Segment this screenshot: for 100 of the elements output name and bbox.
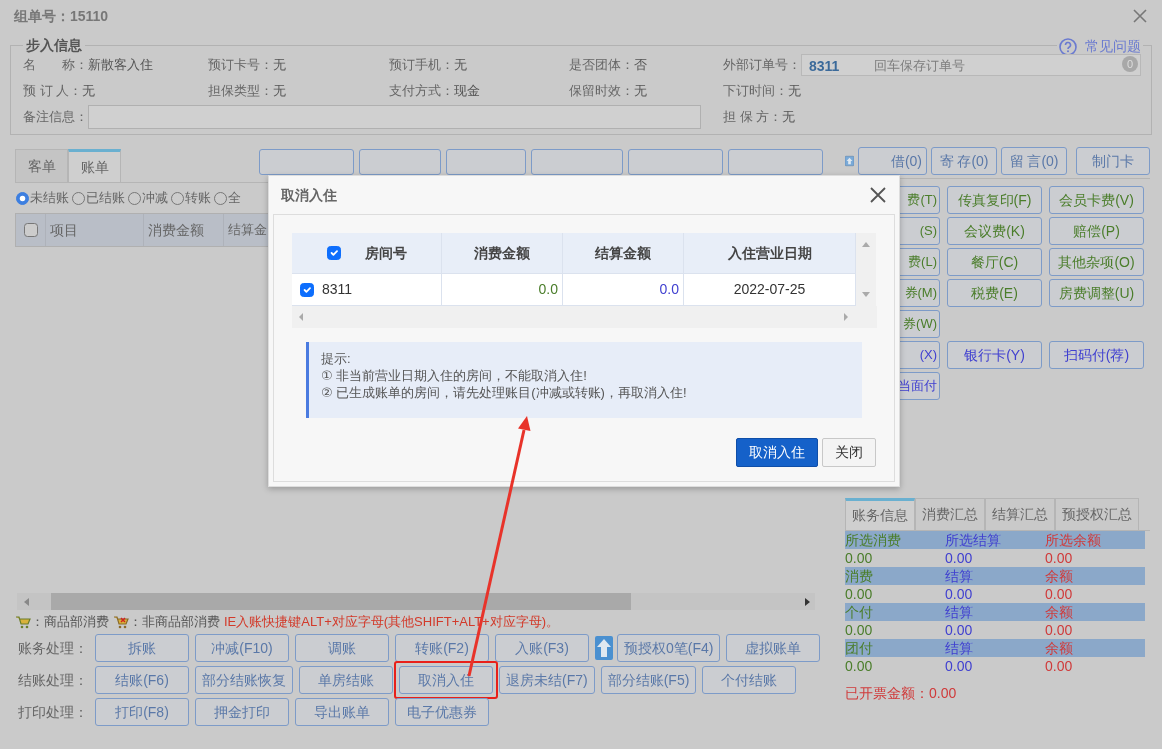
action-button[interactable]: 打印(F8) (95, 698, 189, 726)
scroll-right-icon[interactable] (803, 596, 811, 607)
tab[interactable]: 结算汇总 (985, 498, 1055, 530)
action-button[interactable]: 退房未结(F7) (499, 666, 595, 694)
summary-value: 0.00 (845, 585, 874, 603)
scroll-left-icon[interactable] (23, 596, 31, 607)
button[interactable] (359, 149, 441, 175)
charge-button[interactable]: 会议费(K) (947, 217, 1042, 245)
column-header: 入住营业日期 (727, 243, 812, 263)
field-value: 无 (273, 82, 286, 101)
summary-label: 结算 (945, 639, 974, 657)
action-button[interactable]: 部分结账恢复 (195, 666, 293, 694)
field-label: 担 保 方： (723, 108, 783, 127)
action-button[interactable]: 虚拟账单 (726, 634, 821, 662)
checkbox[interactable] (300, 282, 314, 297)
scrollbar[interactable] (856, 233, 876, 306)
charge-button[interactable]: 房费调整(U) (1049, 279, 1144, 307)
field-label: 预 订 人： (23, 82, 83, 101)
summary-value: 0.00 (845, 549, 874, 567)
charge-button[interactable]: 餐厅(C) (947, 248, 1042, 276)
scroll-left-icon[interactable] (298, 312, 304, 322)
action-button[interactable]: 个付结账 (702, 666, 797, 694)
invoiced-amount: 已开票金额：0.00 (845, 684, 958, 703)
radio-label: 全 (228, 189, 241, 208)
field-value: 无 (82, 82, 96, 101)
column-header: 消费金额 (474, 243, 530, 263)
column-header: 结算金 (228, 221, 267, 240)
close-button[interactable]: 关闭 (822, 438, 876, 467)
summary-value: 0.00 (945, 621, 974, 639)
tab[interactable]: 账单 (68, 149, 121, 182)
summary-label: 所选消费 (845, 531, 902, 549)
close-icon[interactable] (869, 186, 887, 204)
action-button[interactable]: 电子优惠券 (395, 698, 489, 726)
cart-cross-icon (113, 615, 129, 629)
table-cell-text: 0.0 (659, 280, 679, 299)
action-button[interactable]: 取消入住 (399, 666, 493, 694)
button[interactable] (446, 149, 526, 175)
field-value: 现金 (454, 82, 480, 101)
radio-button[interactable] (214, 191, 227, 205)
radio-button[interactable] (16, 191, 29, 205)
action-button[interactable]: 导出账单 (295, 698, 389, 726)
action-button[interactable]: 入账(F3) (495, 634, 589, 662)
button[interactable]: 留 言(0) (1001, 147, 1067, 175)
button[interactable]: 制门卡 (1076, 147, 1150, 175)
tab[interactable]: 消费汇总 (915, 498, 985, 530)
radio-button[interactable] (171, 191, 184, 205)
radio-button[interactable] (72, 191, 85, 205)
action-button[interactable]: 部分结账(F5) (600, 666, 697, 694)
button[interactable]: 寄 存(0) (931, 147, 997, 175)
charge-button[interactable]: 其他杂项(O) (1049, 248, 1144, 276)
action-button[interactable]: 押金打印 (195, 698, 289, 726)
button[interactable] (531, 149, 623, 175)
table-cell-text: 8311 (322, 280, 353, 299)
charge-button[interactable]: 扫码付(荐) (1049, 341, 1144, 369)
action-button[interactable]: 调账 (295, 634, 389, 662)
confirm-button[interactable]: 取消入住 (736, 438, 818, 467)
action-button[interactable]: 拆账 (95, 634, 189, 662)
column-header: 项目 (50, 220, 78, 240)
charge-button[interactable]: 传真复印(F) (947, 186, 1042, 214)
checkbox[interactable] (23, 223, 38, 237)
legend-label: ：非商品部消费 (129, 613, 220, 632)
column-header: 房间号 (364, 243, 407, 263)
charge-button[interactable]: 赔偿(P) (1049, 217, 1144, 245)
summary-label: 余额 (1045, 639, 1074, 657)
action-button[interactable]: 预授权0笔(F4) (617, 634, 721, 662)
field-label: 预订手机： (389, 56, 454, 75)
summary-value: 0.00 (1045, 549, 1074, 567)
row-label: 打印处理： (17, 702, 89, 722)
button[interactable]: 借(0) (858, 147, 927, 175)
remark-field[interactable] (88, 105, 701, 129)
scrollbar[interactable] (292, 306, 877, 328)
tab[interactable]: 账务信息 (845, 498, 915, 530)
summary-value: 0.00 (945, 657, 974, 675)
up-arrow-icon[interactable] (595, 636, 613, 660)
charge-button[interactable]: 银行卡(Y) (947, 341, 1042, 369)
field-label: 保留时效： (569, 82, 634, 101)
radio-button[interactable] (128, 191, 141, 205)
action-button[interactable]: 单房结账 (299, 666, 393, 694)
tab[interactable]: 客单 (15, 149, 68, 182)
tab[interactable]: 预授权汇总 (1055, 498, 1139, 530)
charge-button[interactable]: 会员卡费(V) (1049, 186, 1144, 214)
button[interactable] (259, 149, 354, 175)
field-label: 备注信息： (23, 108, 88, 127)
summary-label: 余额 (1045, 567, 1074, 585)
charge-button[interactable]: 税费(E) (947, 279, 1042, 307)
scrollbar[interactable] (17, 593, 815, 610)
action-button[interactable]: 冲减(F10) (195, 634, 289, 662)
action-button[interactable]: 转账(F2) (395, 634, 489, 662)
scroll-down-icon[interactable] (861, 292, 871, 298)
summary-value: 0.00 (1045, 657, 1074, 675)
field-value: 无 (788, 82, 801, 101)
button[interactable] (728, 149, 823, 175)
action-button[interactable]: 结账(F6) (95, 666, 189, 694)
checkbox[interactable] (326, 246, 341, 260)
summary-value: 0.00 (1045, 585, 1074, 603)
button[interactable] (628, 149, 723, 175)
help-icon[interactable] (1059, 37, 1077, 56)
summary-value: 0.00 (845, 621, 874, 639)
field-value: 无 (634, 82, 647, 101)
summary-label: 所选余额 (1045, 531, 1102, 549)
